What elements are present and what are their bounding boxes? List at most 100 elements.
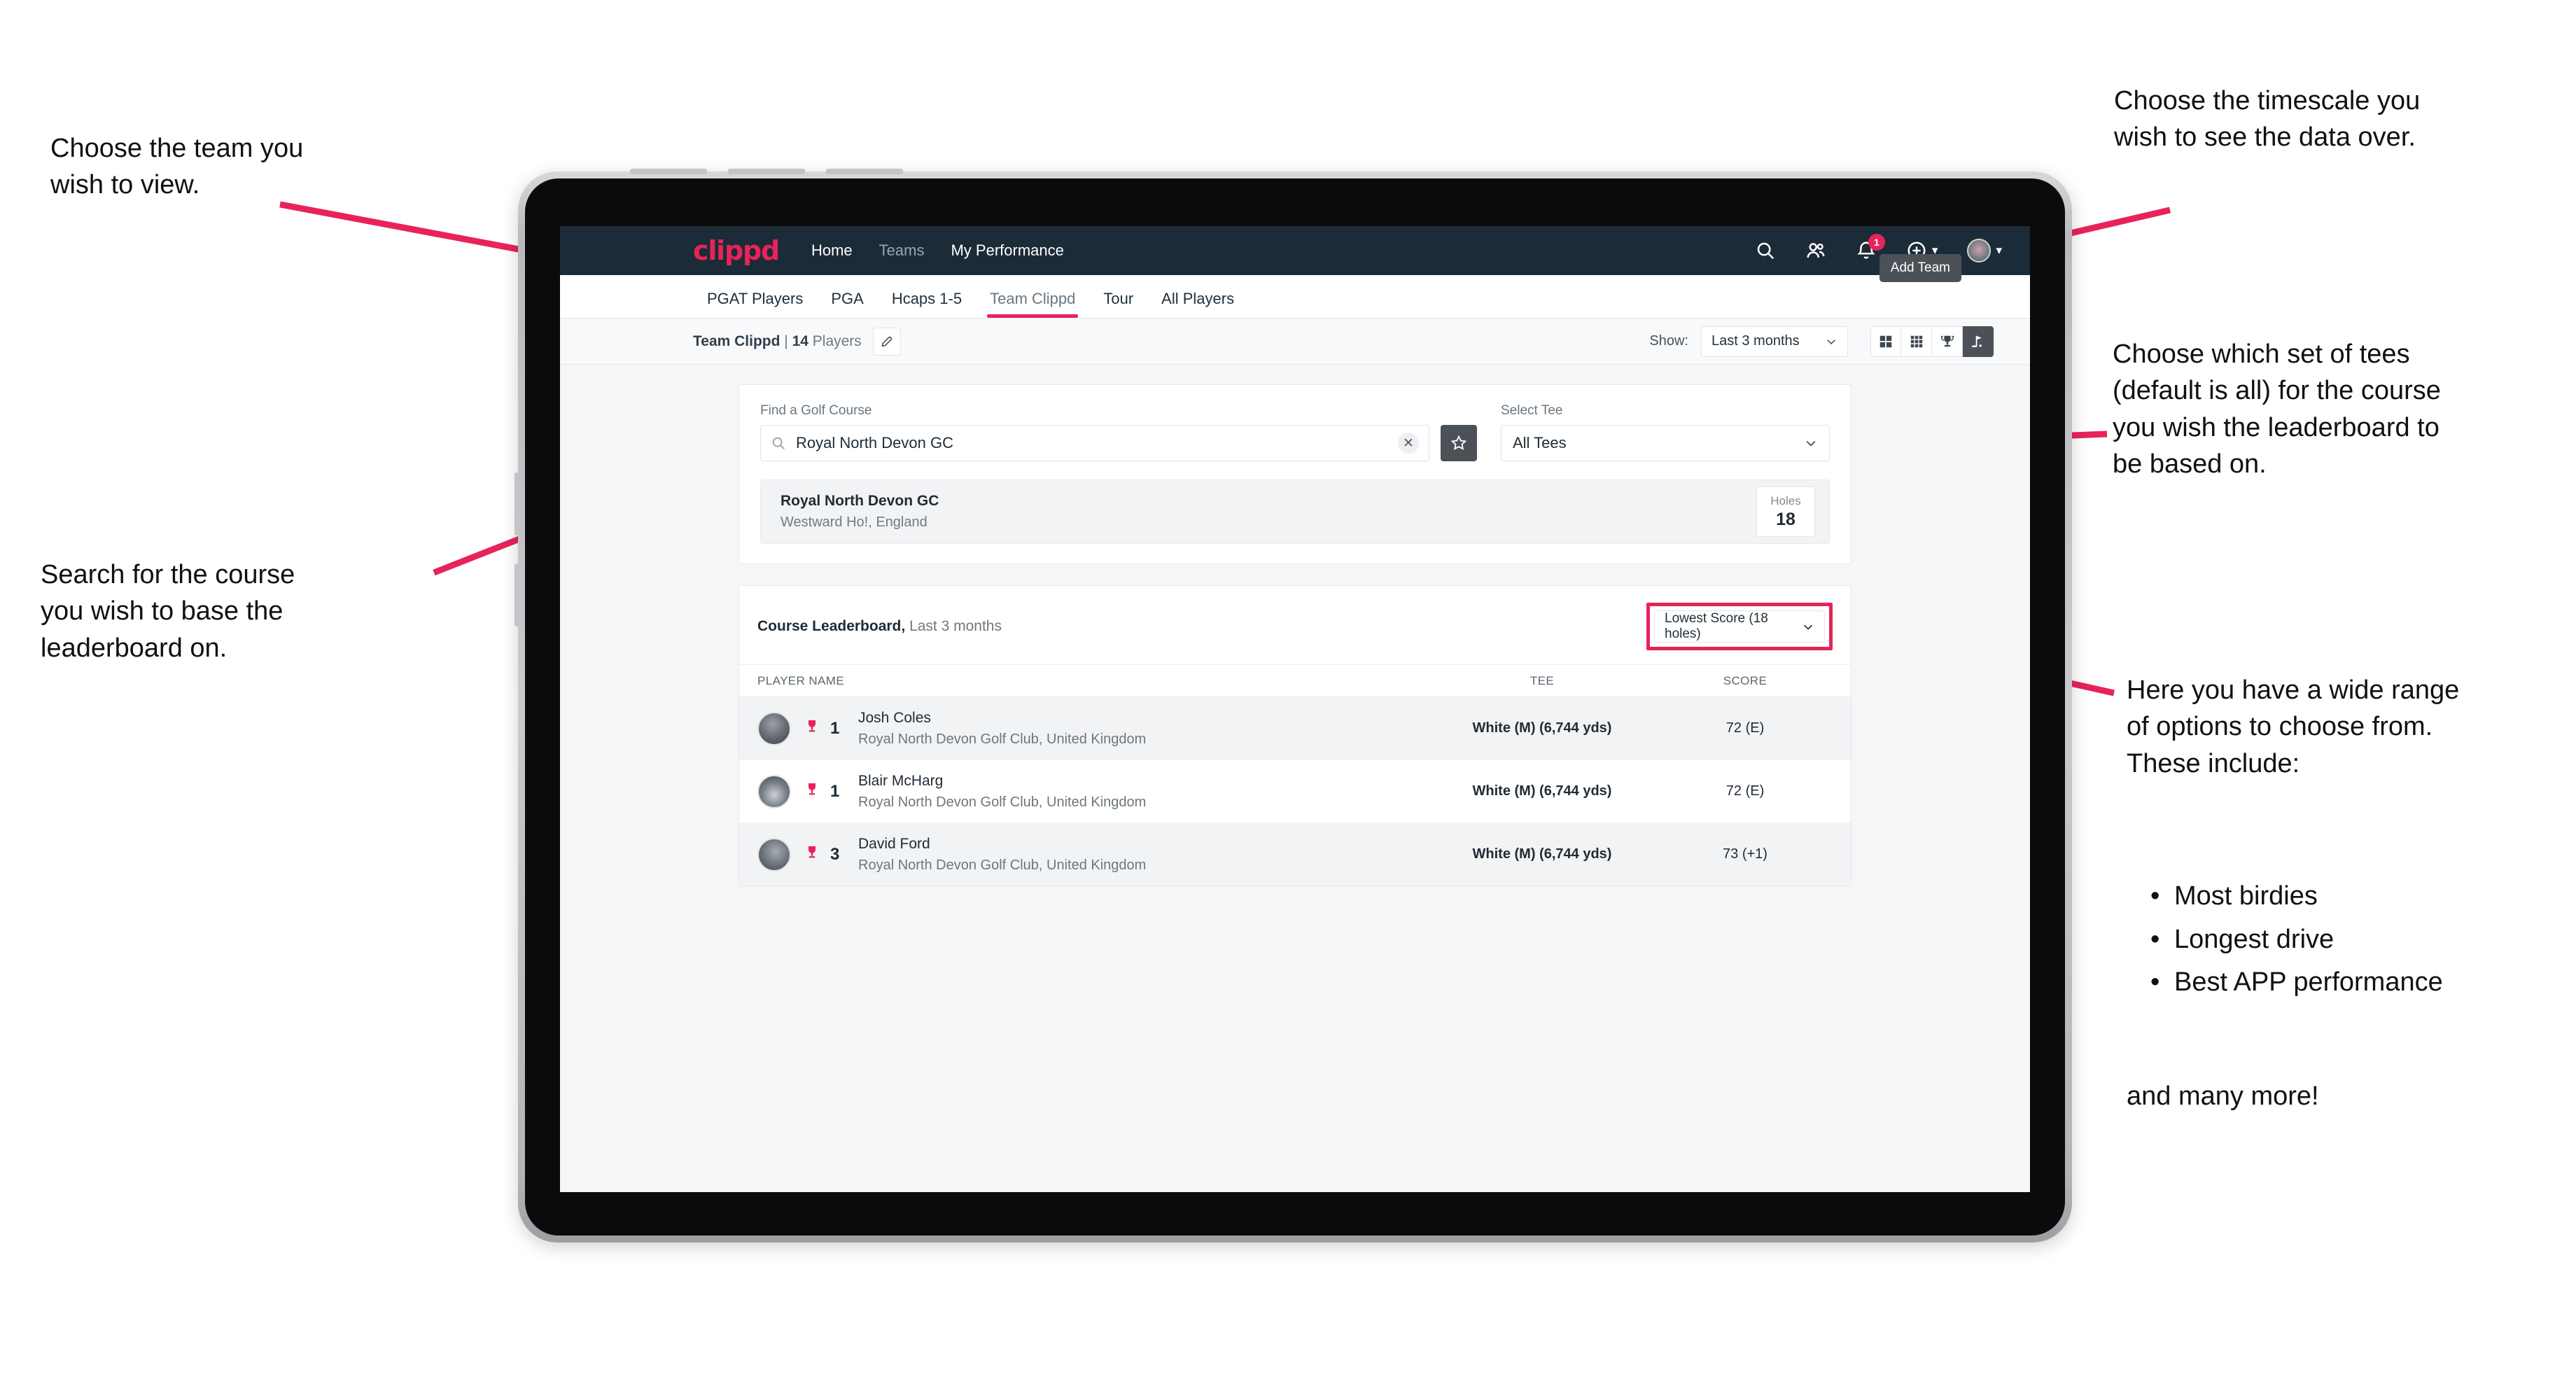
course-leaderboard-card: Course Leaderboard, Last 3 months Lowest… — [738, 585, 1851, 886]
annotation-options-list: • Most birdies • Longest drive • Best APP p… — [2150, 875, 2443, 1004]
view-toggle-trophy[interactable] — [1932, 326, 1963, 357]
chevron-down-icon — [1806, 440, 1816, 447]
device-button — [826, 169, 903, 174]
avatar-image — [1967, 239, 1991, 262]
view-toggle-grid-9[interactable] — [1901, 326, 1932, 357]
tab-pga[interactable]: PGA — [817, 290, 877, 318]
leaderboard-sort-highlight: Lowest Score (18 holes) — [1646, 603, 1833, 650]
navbar: clippd Home Teams My Performance 1 ▾ ▾ — [560, 226, 2030, 275]
course-search-field: Find a Golf Course Royal North Devon GC … — [760, 403, 1429, 461]
clippd-logo[interactable]: clippd — [693, 235, 780, 266]
leaderboard-title: Course Leaderboard, Last 3 months — [757, 618, 1002, 635]
list-item: • Best APP performance — [2150, 961, 2443, 1004]
grid-9-icon — [1910, 335, 1922, 347]
trophy-icon — [804, 844, 820, 864]
tee-select[interactable]: All Tees — [1501, 425, 1830, 461]
course-location: Westward Ho!, England — [780, 514, 927, 530]
player-rank: 3 — [830, 844, 840, 864]
column-score: SCORE — [1723, 673, 1768, 687]
leaderboard-title-main: Course Leaderboard, — [757, 618, 906, 634]
leaderboard-header: Course Leaderboard, Last 3 months Lowest… — [739, 586, 1851, 664]
chevron-down-icon[interactable]: ▾ — [1996, 244, 2002, 258]
nav-link-teams[interactable]: Teams — [879, 241, 925, 260]
leaderboard-title-range: Last 3 months — [905, 618, 1002, 634]
player-score: 73 (+1) — [1723, 846, 1768, 862]
avatar — [757, 837, 791, 872]
list-item: • Longest drive — [2150, 918, 2443, 962]
tab-pgat-players[interactable]: PGAT Players — [693, 290, 817, 318]
table-row[interactable]: 1 Josh Coles Royal North Devon Golf Club… — [739, 696, 1851, 760]
favourite-button[interactable] — [1441, 425, 1477, 461]
trophy-icon — [804, 718, 820, 738]
team-name: Team Clippd — [693, 332, 780, 349]
people-icon[interactable] — [1805, 240, 1826, 261]
clear-search-button[interactable]: ✕ — [1398, 433, 1419, 454]
show-label: Show: — [1649, 333, 1688, 349]
avatar — [757, 774, 791, 808]
view-toggle-grid-4[interactable] — [1870, 326, 1901, 357]
bullet-icon: • — [2150, 881, 2160, 911]
table-row[interactable]: 1 Blair McHarg Royal North Devon Golf Cl… — [739, 760, 1851, 822]
table-row[interactable]: 3 David Ford Royal North Devon Golf Club… — [739, 822, 1851, 886]
nav-link-home[interactable]: Home — [811, 241, 853, 260]
avatar — [757, 711, 791, 746]
nav-link-my-performance[interactable]: My Performance — [951, 241, 1063, 260]
search-row: Find a Golf Course Royal North Devon GC … — [760, 403, 1830, 461]
leaderboard-column-headers: PLAYER NAME TEE SCORE — [739, 664, 1851, 696]
player-score: 72 (E) — [1726, 720, 1765, 736]
grid-4-icon — [1879, 335, 1892, 347]
player-rank: 1 — [830, 718, 840, 738]
course-result-card[interactable]: Royal North Devon GC Westward Ho!, Engla… — [760, 479, 1830, 544]
edit-team-button[interactable] — [872, 327, 901, 356]
bell-icon[interactable]: 1 — [1856, 234, 1885, 261]
player-cell: 1 Blair McHarg Royal North Devon Golf Cl… — [757, 773, 1427, 811]
annotation-options-intro: Here you have a wide range of options to… — [2127, 676, 2460, 778]
player-score: 72 (E) — [1726, 783, 1765, 799]
tab-all-players[interactable]: All Players — [1147, 290, 1248, 318]
list-item: • Most birdies — [2150, 875, 2443, 918]
notification-badge: 1 — [1868, 234, 1885, 251]
holes-badge: Holes 18 — [1756, 486, 1815, 537]
player-club: Royal North Devon Golf Club, United King… — [858, 794, 1147, 810]
annotation-timescale: Choose the timescale you wish to see the… — [2114, 86, 2421, 153]
tab-hcaps-1-5[interactable]: Hcaps 1-5 — [878, 290, 976, 318]
team-summary: Team Clippd | 14 Players — [693, 333, 862, 350]
timescale-value: Last 3 months — [1712, 333, 1800, 349]
tablet-device: clippd Home Teams My Performance 1 ▾ ▾ P… — [514, 169, 2072, 1242]
chevron-down-icon — [1804, 624, 1812, 630]
team-separator: | — [780, 332, 792, 349]
player-cell: 1 Josh Coles Royal North Devon Golf Club… — [757, 710, 1427, 748]
app-screen: clippd Home Teams My Performance 1 ▾ ▾ P… — [560, 226, 2030, 1192]
player-identity: Josh Coles Royal North Devon Golf Club, … — [858, 710, 1146, 748]
search-icon[interactable] — [1755, 240, 1776, 261]
player-identity: Blair McHarg Royal North Devon Golf Club… — [858, 773, 1146, 811]
leaderboard-sort-select[interactable]: Lowest Score (18 holes) — [1654, 610, 1825, 643]
tab-tour[interactable]: Tour — [1089, 290, 1147, 318]
holes-label: Holes — [1770, 493, 1801, 507]
timescale-select[interactable]: Last 3 months — [1701, 326, 1848, 357]
player-tee: White (M) (6,744 yds) — [1472, 846, 1612, 862]
avatar[interactable]: ▾ — [1967, 239, 2002, 262]
player-club: Royal North Devon Golf Club, United King… — [858, 857, 1147, 873]
tab-team-clippd[interactable]: Team Clippd — [976, 290, 1089, 318]
team-toolbar: Team Clippd | 14 Players Show: Last 3 mo… — [560, 318, 2030, 365]
player-rank: 1 — [830, 781, 840, 801]
bullet-icon: • — [2150, 924, 2160, 954]
holes-value: 18 — [1776, 509, 1795, 529]
view-toggle-group — [1870, 326, 1994, 357]
tablet-screen-bezel: clippd Home Teams My Performance 1 ▾ ▾ P… — [525, 178, 2065, 1236]
player-name: David Ford — [858, 835, 930, 852]
chevron-down-icon — [1827, 339, 1835, 344]
tee-select-field: Select Tee All Tees — [1501, 403, 1830, 461]
device-button — [728, 169, 805, 174]
tee-select-value: All Tees — [1513, 434, 1567, 451]
player-club: Royal North Devon Golf Club, United King… — [858, 731, 1147, 747]
bullet-icon: • — [2150, 967, 2160, 997]
player-identity: David Ford Royal North Devon Golf Club, … — [858, 836, 1146, 874]
trophy-icon — [1940, 335, 1954, 346]
leaderboard-sort-value: Lowest Score (18 holes) — [1665, 611, 1768, 641]
course-search-input[interactable]: Royal North Devon GC ✕ — [760, 425, 1429, 461]
course-name: Royal North Devon GC — [780, 493, 939, 509]
golf-flag-icon — [1970, 335, 1982, 347]
view-toggle-course[interactable] — [1963, 326, 1994, 357]
